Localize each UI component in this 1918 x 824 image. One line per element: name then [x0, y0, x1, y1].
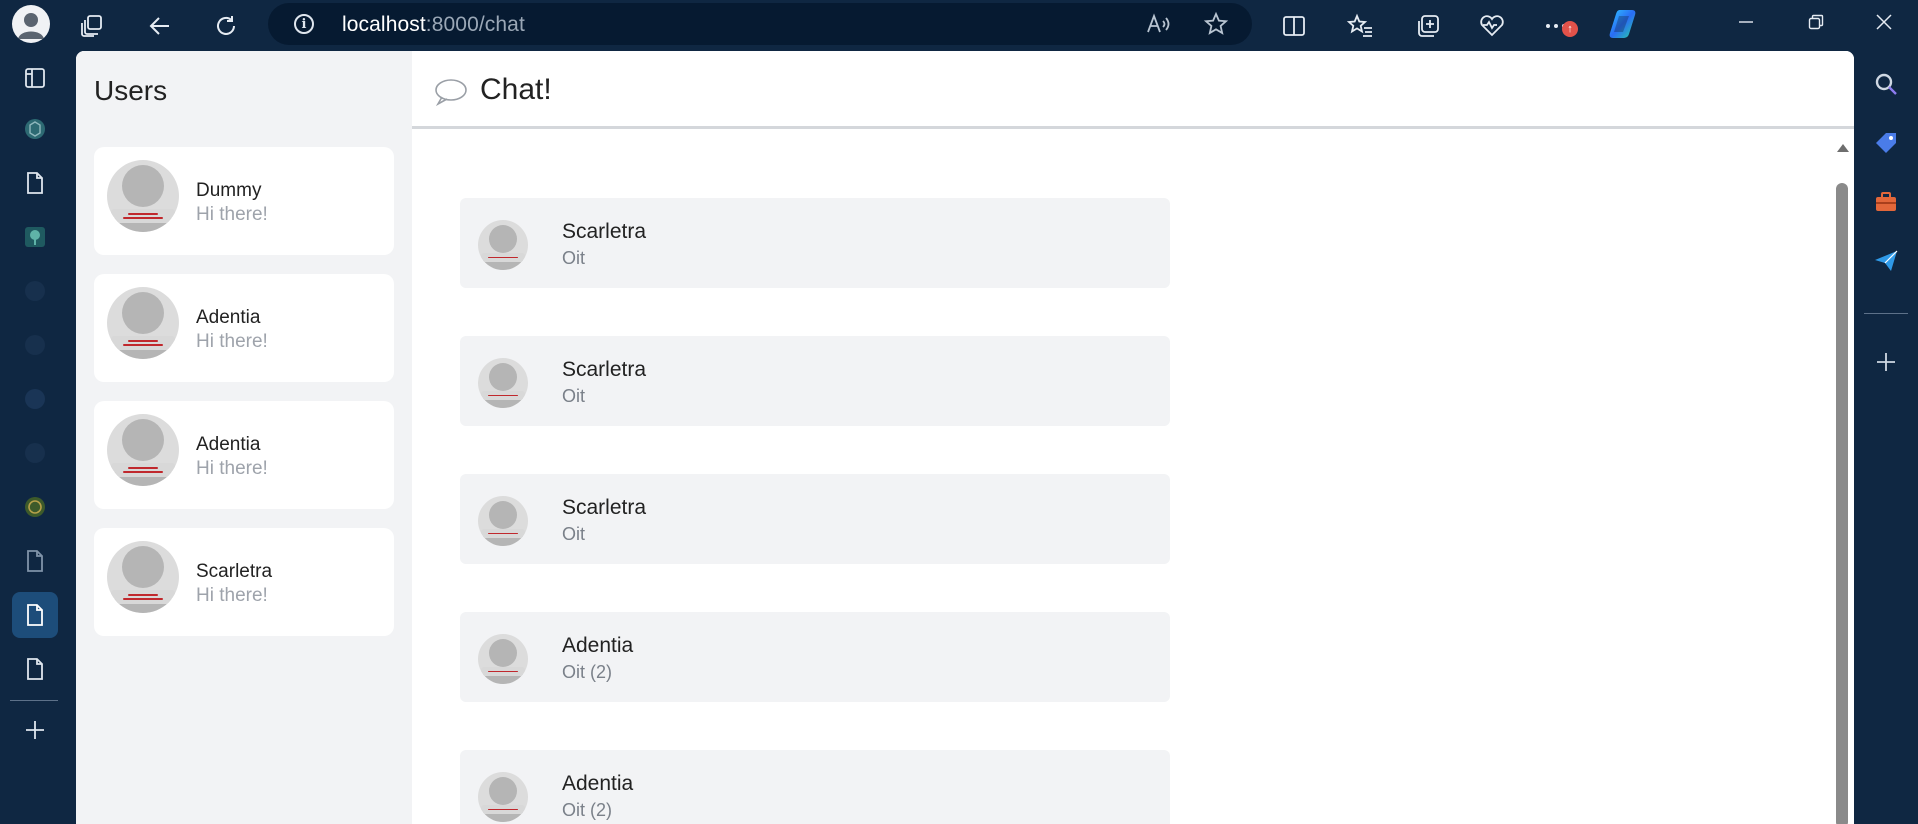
message-text: Oit (2) — [562, 662, 613, 682]
send-icon[interactable] — [1867, 242, 1905, 280]
users-panel: Users Dummy Hi there! Adentia Hi there! — [76, 51, 412, 824]
minimize-icon[interactable] — [1724, 5, 1768, 39]
vertical-tab-bar — [0, 50, 70, 824]
document-icon[interactable] — [12, 592, 58, 638]
url-text[interactable]: localhost:8000/chat — [342, 13, 525, 37]
message-text: Oit — [562, 524, 586, 544]
add-icon[interactable] — [1867, 343, 1905, 381]
tools-icon[interactable] — [1867, 183, 1905, 221]
chatgpt-icon[interactable] — [12, 106, 58, 152]
avatar — [478, 358, 528, 408]
favorites-icon[interactable] — [1340, 6, 1380, 46]
browser-toolbar: i localhost:8000/chat ↑ — [0, 0, 1918, 50]
tab-actions-icon[interactable] — [12, 55, 58, 101]
collections-icon[interactable] — [1408, 6, 1448, 46]
user-last-message: Hi there! — [196, 204, 268, 225]
restore-icon[interactable] — [1794, 5, 1838, 39]
user-name: Scarletra — [196, 561, 273, 582]
sidebar-divider — [1864, 313, 1908, 314]
user-last-message: Hi there! — [196, 458, 268, 479]
message-text: Oit (2) — [562, 800, 613, 820]
avatar — [478, 496, 528, 546]
web-page: Users Dummy Hi there! Adentia Hi there! — [76, 51, 1854, 824]
chat-message: Scarletra Oit — [460, 336, 1170, 426]
user-card[interactable]: Scarletra Hi there! — [94, 528, 394, 636]
users-title: Users — [94, 75, 168, 106]
user-name: Adentia — [196, 434, 261, 455]
site-info-icon[interactable]: i — [294, 14, 314, 34]
user-card[interactable]: Adentia Hi there! — [94, 274, 394, 382]
new-tab-icon[interactable] — [12, 707, 58, 753]
chat-title: Chat! — [480, 73, 552, 106]
document-icon[interactable] — [12, 646, 58, 692]
chat-message: Scarletra Oit — [460, 474, 1170, 564]
github-icon[interactable] — [12, 268, 58, 314]
edge-sidebar — [1854, 50, 1918, 824]
message-author: Scarletra — [562, 496, 647, 519]
shopping-icon[interactable] — [1867, 124, 1905, 162]
avatar — [107, 287, 179, 359]
speech-bubble-icon — [434, 78, 468, 111]
browser-essentials-icon[interactable] — [1472, 6, 1512, 46]
message-author: Adentia — [562, 634, 634, 657]
document-icon[interactable] — [12, 538, 58, 584]
tabs-divider — [10, 700, 58, 701]
user-card[interactable]: Adentia Hi there! — [94, 401, 394, 509]
message-author: Scarletra — [562, 358, 647, 381]
message-text: Oit — [562, 386, 586, 406]
avatar — [107, 541, 179, 613]
scrollbar[interactable] — [1834, 139, 1850, 824]
avatar — [478, 634, 528, 684]
read-aloud-icon[interactable] — [1142, 8, 1174, 40]
message-list[interactable]: Scarletra Oit Scarletra Oit Scarletra Oi… — [412, 132, 1854, 824]
chat-message: Adentia Oit (2) — [460, 612, 1170, 702]
emblem-icon[interactable] — [12, 484, 58, 530]
back-icon[interactable] — [140, 6, 180, 46]
address-bar[interactable]: i localhost:8000/chat — [268, 3, 1252, 45]
message-author: Scarletra — [562, 220, 647, 243]
avatar — [107, 414, 179, 486]
github-icon[interactable] — [12, 376, 58, 422]
user-last-message: Hi there! — [196, 585, 268, 606]
message-text: Oit — [562, 248, 586, 268]
github-icon[interactable] — [12, 322, 58, 368]
avatar — [107, 160, 179, 232]
scroll-up-arrow-icon[interactable] — [1837, 144, 1849, 152]
user-name: Dummy — [196, 180, 262, 201]
search-icon[interactable] — [1867, 65, 1905, 103]
split-screen-icon[interactable] — [1274, 6, 1314, 46]
user-card[interactable]: Dummy Hi there! — [94, 147, 394, 255]
scrollbar-thumb[interactable] — [1836, 183, 1848, 824]
user-last-message: Hi there! — [196, 331, 268, 352]
avatar — [478, 220, 528, 270]
github-icon[interactable] — [12, 430, 58, 476]
chat-header: Chat! — [412, 51, 1854, 129]
document-icon[interactable] — [12, 160, 58, 206]
notification-badge: ↑ — [1562, 21, 1578, 37]
profile-icon[interactable] — [12, 5, 50, 43]
tree-icon[interactable] — [12, 214, 58, 260]
chat-message: Scarletra Oit — [460, 198, 1170, 288]
refresh-icon[interactable] — [206, 6, 246, 46]
close-icon[interactable] — [1862, 5, 1906, 39]
message-author: Adentia — [562, 772, 634, 795]
avatar — [478, 772, 528, 822]
chat-message: Adentia Oit (2) — [460, 750, 1170, 824]
workspaces-icon[interactable] — [72, 6, 112, 46]
user-name: Adentia — [196, 307, 261, 328]
copilot-icon[interactable] — [1604, 6, 1642, 42]
favorite-star-icon[interactable] — [1200, 8, 1232, 40]
